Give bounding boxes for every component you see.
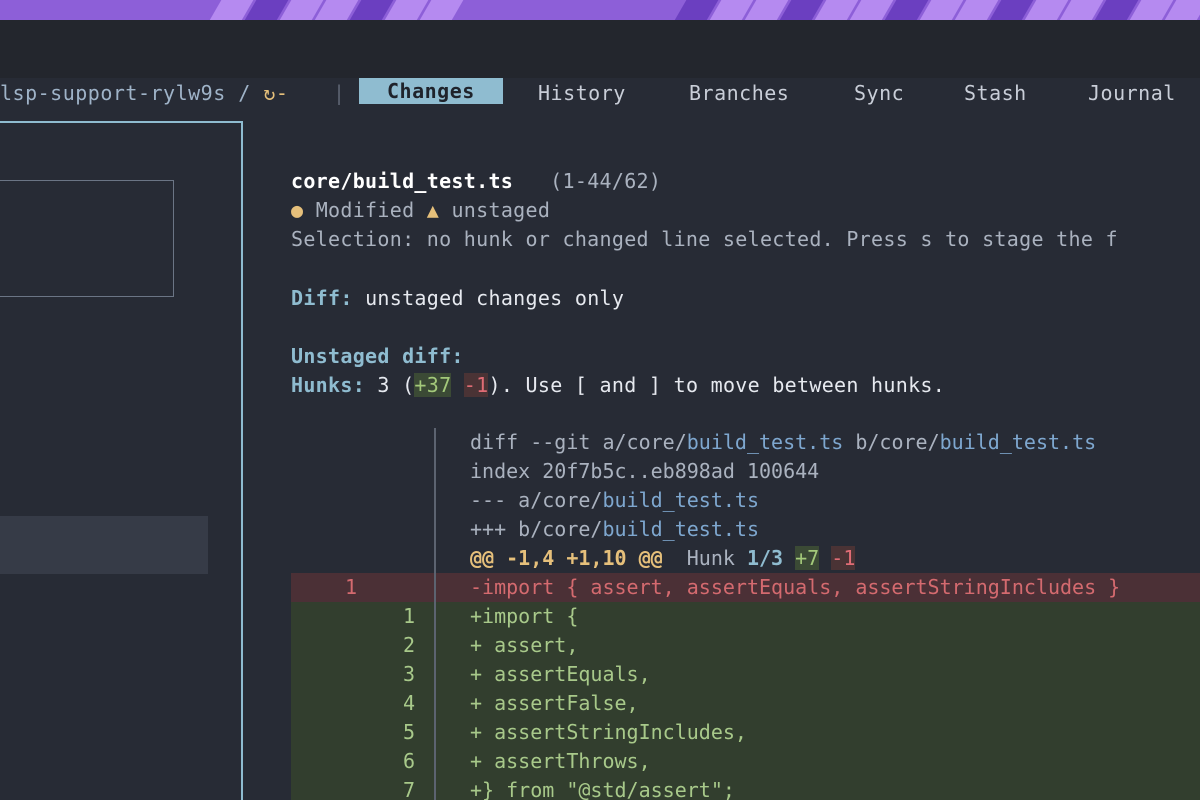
hunk-position: 1/3 (746, 546, 784, 570)
new-line-number: 2 (402, 633, 415, 657)
hunks-count: 3 ( (377, 373, 415, 397)
diff-old-file-line: --- a/core/build_test.ts (470, 488, 759, 512)
hunk-word: Hunk (686, 546, 735, 570)
added-line[interactable]: 3 + assertEquals, (291, 660, 1200, 690)
branch-breadcrumb[interactable]: lsp-support-rylw9s / ↻- (0, 80, 288, 106)
diff-view[interactable]: diff --git a/core/build_test.ts b/core/b… (0, 428, 1200, 800)
diff-index-line: index 20f7b5c..eb898ad 100644 (470, 459, 820, 483)
tab-journal[interactable]: Journal (1088, 80, 1176, 106)
hunks-hint: ). Use [ and ] to move between hunks. (488, 373, 946, 397)
hunks-added: +37 (414, 373, 452, 397)
unstaged-heading: Unstaged diff: (291, 344, 464, 368)
added-line[interactable]: 4 + assertFalse, (291, 689, 1200, 719)
status-text: Modified (315, 198, 415, 222)
diff-new-file-line: +++ b/core/build_test.ts (470, 517, 759, 541)
diff-git-line: diff --git a/core/build_test.ts b/core/b… (470, 430, 1097, 454)
file-path: core/build_test.ts (291, 169, 514, 193)
desktop-wallpaper-strip (0, 0, 1200, 20)
hunks-label: Hunks: (291, 373, 366, 397)
window-title-bar (0, 20, 1200, 78)
added-line[interactable]: 7 +} from "@std/assert"; (291, 776, 1200, 800)
sync-icon[interactable]: ↻- (263, 81, 288, 105)
hunks-removed: -1 (463, 373, 489, 397)
old-line-number: 1 (344, 575, 357, 599)
branch-name: lsp-support-rylw9s (0, 81, 226, 105)
line-range: (1-44/62) (550, 169, 662, 193)
stage-state: unstaged (451, 198, 551, 222)
new-line-number: 4 (402, 691, 415, 715)
tab-stash[interactable]: Stash (964, 80, 1027, 106)
diff-mode-value: unstaged changes only (365, 286, 625, 310)
added-code: + assertEquals, (470, 662, 651, 686)
added-code: +import { (470, 604, 579, 628)
new-line-number: 3 (402, 662, 415, 686)
tab-bar: lsp-support-rylw9s / ↻- | Changes Histor… (0, 78, 1200, 108)
tab-divider: | (333, 81, 346, 105)
diff-mode-label: Diff: (291, 286, 353, 310)
new-line-number: 7 (402, 778, 415, 800)
status-dot-icon: ● (291, 198, 304, 222)
added-line[interactable]: 5 + assertStringIncludes, (291, 718, 1200, 748)
new-line-number: 6 (402, 749, 415, 773)
warning-icon: ▲ (426, 198, 440, 222)
tab-history[interactable]: History (538, 80, 626, 106)
added-code: + assert, (470, 633, 579, 657)
hunk-removed: -1 (831, 546, 856, 570)
added-line[interactable]: 6 + assertThrows, (291, 747, 1200, 777)
hunk-header[interactable]: @@ -1,4 +1,10 @@ Hunk 1/3 +7 -1 (291, 544, 1200, 573)
added-line[interactable]: 2 + assert, (291, 631, 1200, 661)
tab-changes[interactable]: Changes (359, 78, 503, 104)
new-line-number: 5 (402, 720, 415, 744)
file-header: core/build_test.ts (1-44/62) (291, 167, 661, 195)
tab-sync[interactable]: Sync (854, 80, 904, 106)
added-code: +} from "@std/assert"; (470, 778, 735, 800)
new-line-number: 1 (402, 604, 415, 628)
tab-branches[interactable]: Branches (689, 80, 789, 106)
gutter-divider (434, 428, 436, 800)
added-code: + assertFalse, (470, 691, 639, 715)
file-status: ● Modified ▲ unstaged (291, 196, 550, 224)
file-filter-box[interactable] (0, 180, 174, 297)
branch-separator: / (238, 81, 251, 105)
added-code: + assertStringIncludes, (470, 720, 747, 744)
added-line[interactable]: 1 +import { (291, 602, 1200, 632)
added-code: + assertThrows, (470, 749, 651, 773)
selection-hint: Selection: no hunk or changed line selec… (291, 227, 1118, 251)
diff-mode: Diff: unstaged changes only (291, 284, 624, 312)
deleted-code: -import { assert, assertEquals, assertSt… (470, 575, 1121, 599)
deleted-line[interactable]: 1 -import { assert, assertEquals, assert… (291, 573, 1200, 602)
hunks-summary: Hunks: 3 (+37 -1). Use [ and ] to move b… (291, 371, 945, 399)
hunk-added: +7 (795, 546, 820, 570)
hunk-range: @@ -1,4 +1,10 @@ (470, 546, 663, 570)
